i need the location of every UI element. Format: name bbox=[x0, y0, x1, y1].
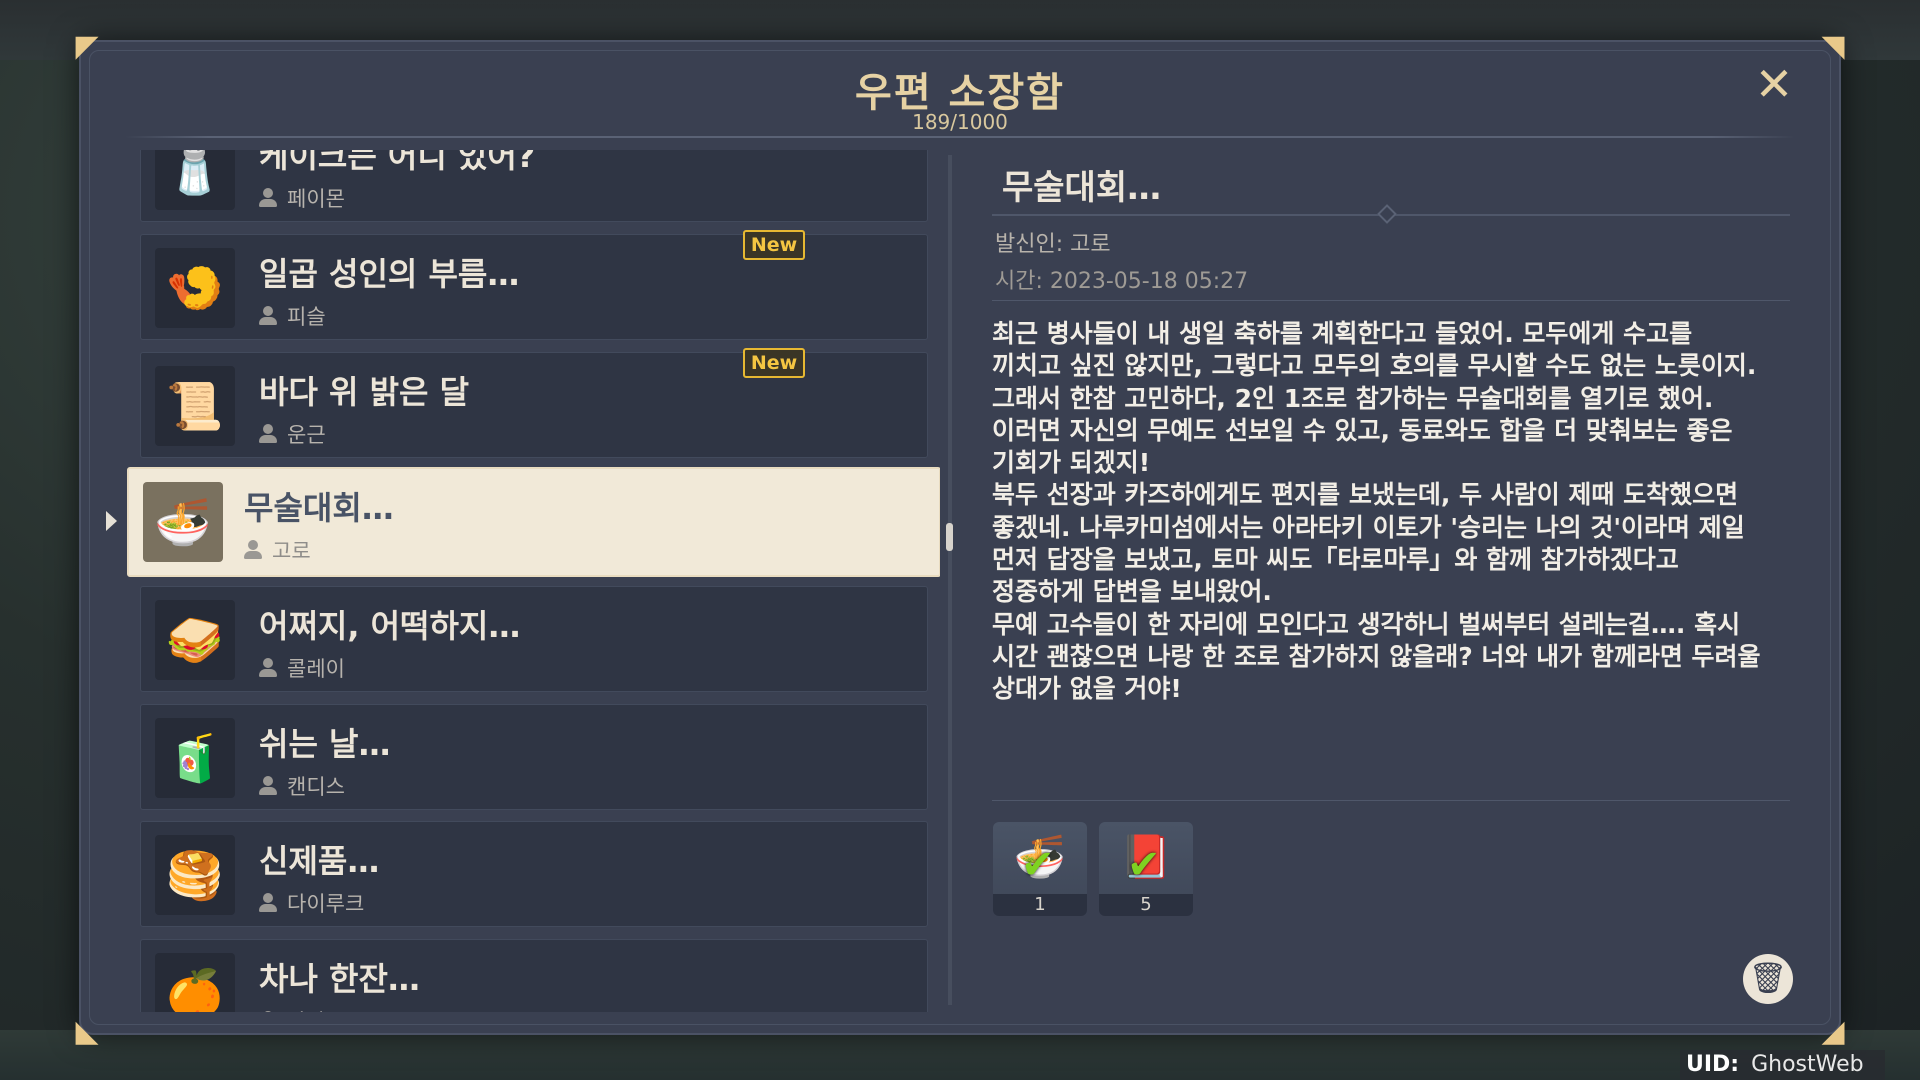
list-item-selected[interactable]: 🍜 무술대회… 고로 bbox=[127, 467, 940, 577]
mail-thumbnail: 📜 bbox=[155, 366, 235, 446]
selection-arrow-icon bbox=[106, 511, 117, 531]
mail-list[interactable]: 🧂 케이크는 어디 있어? 페이몬 🍤 일곱 성인의 부름… 피슬 📜 바다 위… bbox=[125, 150, 940, 1012]
detail-time: 시간: 2023-05-18 05:27 bbox=[995, 269, 1249, 294]
attachment-item[interactable]: 🍜 ✔ 1 bbox=[993, 822, 1087, 916]
background-bottom bbox=[0, 1030, 1920, 1080]
person-icon bbox=[244, 540, 262, 560]
sender-name: 아라 bbox=[287, 1006, 326, 1012]
person-icon bbox=[259, 188, 277, 208]
mail-sender: 콜레이 bbox=[259, 653, 345, 683]
uid-value: GhostWeb bbox=[1751, 1052, 1864, 1077]
mail-sender: 피슬 bbox=[259, 301, 326, 331]
detail-divider bbox=[992, 800, 1790, 801]
list-item[interactable]: 🍊 차나 한잔… 아라 bbox=[140, 939, 928, 1012]
uid-badge: UID: GhostWeb bbox=[1680, 1050, 1885, 1080]
mail-count: 189/1000 bbox=[912, 110, 1008, 134]
mail-subject: 신제품… bbox=[259, 842, 380, 880]
detail-divider bbox=[992, 300, 1790, 301]
mail-sender: 다이루크 bbox=[259, 888, 364, 918]
header-divider bbox=[125, 136, 1795, 138]
corner-ornament-icon: ◢ bbox=[1821, 1014, 1845, 1049]
corner-ornament-icon: ◥ bbox=[1821, 29, 1845, 64]
mail-sender: 아라 bbox=[259, 1006, 326, 1012]
mail-subject: 일곱 성인의 부름… bbox=[259, 255, 520, 293]
mail-sender: 고로 bbox=[244, 535, 311, 565]
corner-ornament-icon: ◣ bbox=[75, 1014, 99, 1049]
delete-button[interactable]: 🗑 bbox=[1743, 954, 1793, 1004]
corner-ornament-icon: ◤ bbox=[75, 29, 99, 64]
list-item[interactable]: 🧃 쉬는 날… 캔디스 bbox=[140, 704, 928, 810]
scrollbar-thumb[interactable] bbox=[946, 523, 953, 551]
sender-name: 페이몬 bbox=[287, 187, 345, 211]
mail-sender: 페이몬 bbox=[259, 183, 345, 213]
mail-thumbnail: 🍜 bbox=[143, 482, 223, 562]
sender-name: 콜레이 bbox=[287, 657, 345, 681]
list-item[interactable]: 📜 바다 위 밝은 달 운근 bbox=[140, 352, 928, 458]
detail-sender: 발신인: 고로 bbox=[995, 232, 1111, 257]
mail-thumbnail: 🥪 bbox=[155, 600, 235, 680]
close-button[interactable]: ✕ bbox=[1752, 61, 1796, 107]
mail-subject: 차나 한잔… bbox=[259, 960, 420, 998]
new-badge: New bbox=[743, 348, 805, 378]
attachment-item[interactable]: 📕 ✔ 5 bbox=[1099, 822, 1193, 916]
detail-body: 최근 병사들이 내 생일 축하를 계획한다고 들었어. 모두에게 수고를 끼치고… bbox=[992, 319, 1761, 704]
attachment-qty: 1 bbox=[993, 894, 1087, 916]
mail-subject: 바다 위 밝은 달 bbox=[259, 373, 470, 411]
list-item[interactable]: 🥞 신제품… 다이루크 bbox=[140, 821, 928, 927]
close-icon: ✕ bbox=[1754, 57, 1794, 111]
scrollbar-track[interactable] bbox=[948, 155, 952, 1005]
uid-label: UID: bbox=[1686, 1052, 1740, 1077]
mail-subject: 어쩌지, 어떡하지… bbox=[259, 607, 521, 645]
trash-icon: 🗑 bbox=[1748, 961, 1788, 996]
sender-name: 고로 bbox=[272, 539, 311, 563]
mail-thumbnail: 🧃 bbox=[155, 718, 235, 798]
list-item[interactable]: 🧂 케이크는 어디 있어? 페이몬 bbox=[140, 150, 928, 222]
person-icon bbox=[259, 306, 277, 326]
mail-sender: 운근 bbox=[259, 419, 326, 449]
person-icon bbox=[259, 893, 277, 913]
sender-name: 캔디스 bbox=[287, 775, 345, 799]
mail-thumbnail: 🍤 bbox=[155, 248, 235, 328]
sender-name: 운근 bbox=[287, 423, 326, 447]
detail-subject: 무술대회… bbox=[1002, 168, 1162, 208]
check-icon: ✔ bbox=[1021, 842, 1055, 888]
mail-subject: 케이크는 어디 있어? bbox=[259, 150, 536, 175]
list-item[interactable]: 🥪 어쩌지, 어떡하지… 콜레이 bbox=[140, 586, 928, 692]
person-icon bbox=[259, 658, 277, 678]
list-item[interactable]: 🍤 일곱 성인의 부름… 피슬 bbox=[140, 234, 928, 340]
mail-sender: 캔디스 bbox=[259, 771, 345, 801]
mail-subject: 무술대회… bbox=[244, 489, 394, 527]
mail-thumbnail: 🧂 bbox=[155, 150, 235, 210]
mail-thumbnail: 🍊 bbox=[155, 953, 235, 1012]
sender-name: 피슬 bbox=[287, 305, 326, 329]
mail-thumbnail: 🥞 bbox=[155, 835, 235, 915]
person-icon bbox=[259, 1011, 277, 1012]
new-badge: New bbox=[743, 230, 805, 260]
sender-name: 다이루크 bbox=[287, 892, 365, 916]
person-icon bbox=[259, 776, 277, 796]
attachment-qty: 5 bbox=[1099, 894, 1193, 916]
check-icon: ✔ bbox=[1127, 842, 1161, 888]
person-icon bbox=[259, 424, 277, 444]
mail-subject: 쉬는 날… bbox=[259, 725, 391, 763]
